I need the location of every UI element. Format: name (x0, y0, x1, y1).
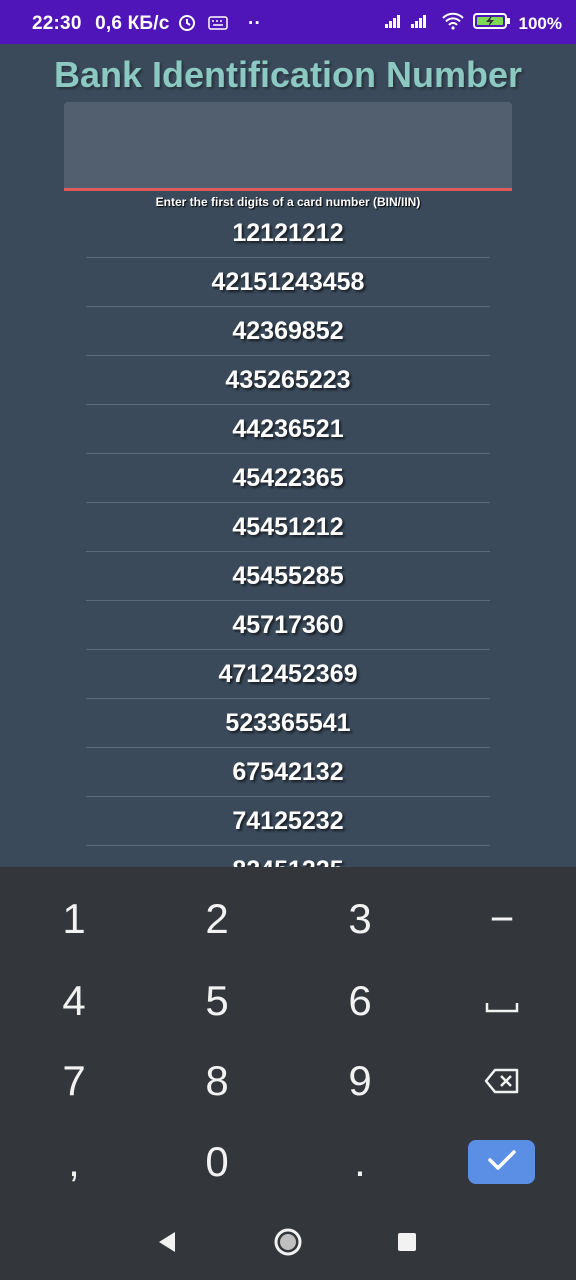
key-minus[interactable]: − (430, 879, 574, 959)
bin-list-item[interactable]: 82451225 (86, 846, 490, 868)
network-speed: 0,6 КБ/с (95, 13, 170, 34)
battery-icon (472, 12, 511, 35)
bin-list-item[interactable]: 74125232 (86, 797, 490, 846)
key-backspace[interactable] (430, 1041, 574, 1121)
bin-list-item[interactable]: 44236521 (86, 405, 490, 454)
input-hint: Enter the first digits of a card number … (155, 195, 421, 209)
key-3[interactable]: 3 (288, 879, 432, 959)
bin-list-item[interactable]: 435265223 (86, 356, 490, 405)
key-space[interactable] (430, 961, 574, 1041)
bin-list-item[interactable]: 523365541 (86, 699, 490, 748)
wifi-icon (441, 12, 465, 35)
key-6[interactable]: 6 (288, 961, 432, 1041)
bin-input-field[interactable] (64, 102, 512, 191)
bin-list-item[interactable]: 45422365 (86, 454, 490, 503)
status-left: 22:30 0,6 КБ/с ·· (32, 12, 261, 38)
backspace-icon (484, 1057, 520, 1105)
status-bar: 22:30 0,6 КБ/с ·· 100% (0, 0, 576, 44)
alarm-icon (177, 12, 197, 38)
bin-list-item[interactable]: 4712452369 (86, 650, 490, 699)
key-2[interactable]: 2 (145, 879, 289, 959)
signal-icon (383, 12, 433, 35)
key-period[interactable]: . (288, 1122, 432, 1202)
key-4[interactable]: 4 (2, 961, 146, 1041)
keyboard-icon (208, 14, 229, 36)
recents-icon[interactable] (397, 1232, 417, 1257)
key-5[interactable]: 5 (145, 961, 289, 1041)
bin-list-item[interactable]: 45455285 (86, 552, 490, 601)
home-icon[interactable] (273, 1227, 303, 1262)
status-time: 22:30 (32, 13, 82, 34)
bin-list: 12121212 42151243458 42369852 435265223 4423… (86, 209, 490, 867)
dots-icon: ·· (247, 13, 261, 34)
space-bar-icon (485, 977, 519, 1025)
check-icon (487, 1149, 517, 1176)
key-7[interactable]: 7 (2, 1041, 146, 1121)
bin-list-item[interactable]: 42151243458 (86, 258, 490, 307)
bin-list-item[interactable]: 12121212 (86, 209, 490, 258)
key-comma[interactable]: , (2, 1122, 146, 1202)
bin-list-item[interactable]: 45451212 (86, 503, 490, 552)
status-right: 100% (383, 12, 562, 35)
bin-list-item[interactable]: 45717360 (86, 601, 490, 650)
app-screen: Bank Identification Number Enter the fir… (0, 44, 576, 867)
done-button[interactable] (468, 1140, 535, 1184)
key-1[interactable]: 1 (2, 879, 146, 959)
key-9[interactable]: 9 (288, 1041, 432, 1121)
key-8[interactable]: 8 (145, 1041, 289, 1121)
navigation-bar (0, 1200, 576, 1280)
back-icon[interactable] (155, 1230, 177, 1259)
key-0[interactable]: 0 (145, 1122, 289, 1202)
bin-list-item[interactable]: 42369852 (86, 307, 490, 356)
battery-percent: 100% (518, 13, 562, 33)
app-title: Bank Identification Number (53, 54, 523, 95)
bin-list-item[interactable]: 67542132 (86, 748, 490, 797)
